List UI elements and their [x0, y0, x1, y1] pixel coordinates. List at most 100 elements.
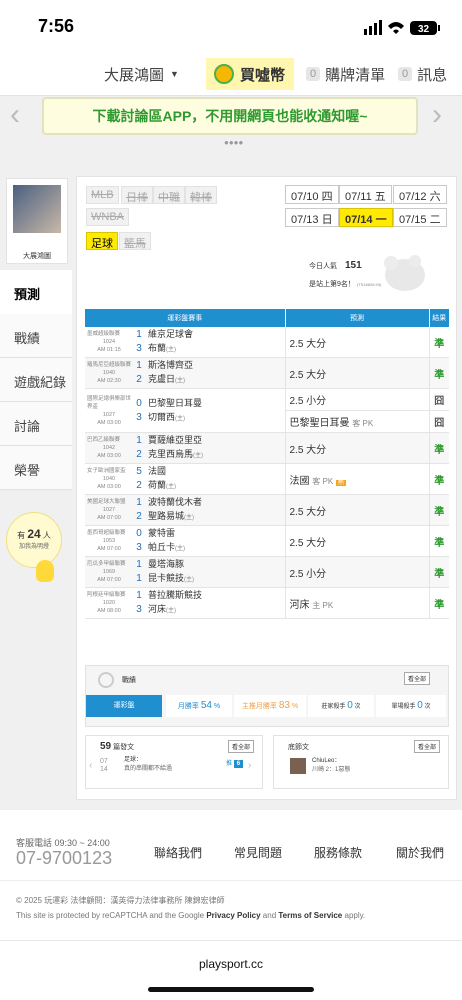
user-menu[interactable]: 大展鴻圖 ▼ — [104, 58, 179, 90]
away-team: 普拉騰斯競技 — [148, 590, 203, 600]
scores: 12 — [133, 494, 145, 526]
league-name: 國際足總俱樂部世界盃 — [87, 395, 132, 410]
match-code: 1040 — [102, 370, 116, 376]
fan-avatar[interactable] — [290, 758, 306, 774]
fans-box: 底節文 看全部 ChiuLeo： 川崎 2：1惡態 — [273, 735, 449, 789]
table-row[interactable]: 厄瓜多甲級聯賽 1069 AM 07:00 1 1 曼塔海豚 昆卡競技(主) 2.5 小分準 — [85, 556, 449, 588]
user-name: 大展鴻圖 — [104, 66, 165, 84]
footer-contact: 客服電話 09:30 ~ 24:00 07-9700123 聯絡我們 常見問題 … — [0, 810, 462, 880]
match-info: 墨威超級聯賽 1024 AM 01:15 — [85, 327, 133, 358]
prediction-cell: 河床 主 PK — [284, 587, 429, 619]
chevron-right-icon[interactable]: › — [432, 98, 442, 132]
tab-lottery-record[interactable]: 運彩盤 — [86, 695, 162, 717]
teams: 巴黎聖日耳曼 切爾西(主) — [145, 388, 285, 433]
rank-label: 是站上第9名！ — [309, 281, 355, 288]
tab-kbo[interactable]: 韓棒 — [185, 186, 217, 204]
date-0714[interactable]: 07/14 一 — [339, 208, 393, 227]
footer-link-terms[interactable]: 服務條款 — [314, 844, 362, 861]
table-row[interactable]: 阿根廷甲級聯賽 1020 AM 08:00 1 3 普拉騰斯競技 河床(主) 河床 主 PK 準 — [85, 587, 449, 619]
cart-button[interactable]: 0 購牌清單 — [306, 58, 385, 90]
message-label: 訊息 — [417, 66, 448, 84]
phone-number[interactable]: 07-9700123 — [16, 848, 112, 869]
prediction-value: 河床 — [289, 599, 310, 611]
tab-soccer[interactable]: 足球 — [86, 232, 118, 250]
hot-badge: 熱 — [335, 479, 346, 486]
scores: 52 — [133, 463, 145, 495]
tab-marathon[interactable]: 籃馬 — [119, 232, 151, 250]
top-nav: 大展鴻圖 ▼ 買噓幣 0 購牌清單 0 訊息 — [0, 52, 462, 96]
posts-see-all-button[interactable]: 看全部 — [228, 740, 255, 753]
single-killer: 單場殺手 0 次 — [376, 695, 446, 717]
tab-wnba[interactable]: WNBA — [86, 208, 129, 226]
away-team: 巴黎聖日耳曼 — [148, 397, 203, 408]
match-info: 阿根廷甲級聯賽 1020 AM 08:00 — [85, 587, 133, 619]
col-match: 運彩盤賽事 — [85, 309, 285, 327]
away-score: 0 — [136, 397, 142, 409]
prediction-cell: 2.5 小分 — [284, 556, 429, 588]
match-info: 國際足總俱樂部世界盃 1027 AM 03:00 — [85, 388, 133, 433]
recaptcha-text: This site is protected by reCAPTCHA and … — [16, 911, 365, 920]
buy-coin-button[interactable]: 買噓幣 — [206, 58, 294, 90]
table-row[interactable]: 巴西乙級聯賽 1042 AM 03:00 1 2 賈薩維亞里亞 克里西烏馬(主) 2.5 大分… — [85, 432, 449, 464]
footer-link-contact[interactable]: 聯絡我們 — [154, 844, 202, 861]
fan-item[interactable]: ChiuLeo： 川崎 2：1惡態 — [312, 757, 350, 775]
match-info: 美國足球大聯盟 1027 AM 07:00 — [85, 494, 133, 526]
record-title: 戰績 — [122, 677, 136, 684]
footer-link-faq[interactable]: 常見問題 — [234, 844, 282, 861]
league-name: 厄瓜多甲級聯賽 — [87, 561, 126, 567]
tab-cpbl[interactable]: 中職 — [153, 186, 185, 204]
footer-link-about[interactable]: 關於我們 — [396, 844, 444, 861]
posts-next-icon[interactable]: › — [248, 760, 251, 771]
fans-see-all-button[interactable]: 看全部 — [414, 740, 441, 753]
sidebar-item-record[interactable]: 戰績 — [0, 314, 72, 358]
match-time: AM 07:00 — [97, 515, 121, 521]
match-info: 羅馬尼亞超級聯賽 1040 AM 02:30 — [85, 357, 133, 389]
chevron-left-icon[interactable]: ‹ — [10, 98, 20, 132]
teams: 法國 荷蘭(主) — [145, 463, 285, 495]
sidebar-item-honor[interactable]: 榮譽 — [0, 446, 72, 490]
table-row[interactable]: 墨西哥超級聯賽 1053 AM 07:00 0 3 蒙特雷 帕丘卡(主) 2.5 大分準 — [85, 525, 449, 557]
table-row[interactable]: 羅馬尼亞超級聯賽 1040 AM 02:30 1 2 斯洛博齊亞 克盧日(主) 2.5 大分準 — [85, 357, 449, 389]
message-button[interactable]: 0 訊息 — [398, 58, 447, 90]
host-winrate-label: 主推月勝率 — [241, 703, 277, 710]
date-0710[interactable]: 07/10 四 — [285, 185, 339, 204]
sidebar-item-predict[interactable]: 預測 — [0, 270, 72, 314]
home-team: 荷蘭 — [148, 480, 167, 490]
post-text: 真的串關都不給過 — [124, 766, 173, 772]
match-time: AM 03:00 — [97, 453, 121, 459]
scores: 13 — [133, 327, 145, 358]
sidebar-item-game-history[interactable]: 遊戲紀錄 — [0, 358, 72, 402]
match-time: AM 03:00 — [97, 419, 121, 426]
match-code: 1053 — [102, 538, 116, 544]
table-row[interactable]: 美國足球大聯盟 1027 AM 07:00 1 2 波特蘭伐木者 聖路易城(主) 2.5 大分… — [85, 494, 449, 526]
record-see-all-button[interactable]: 看全部 — [404, 672, 431, 685]
away-score: 5 — [136, 466, 142, 477]
home-indicator[interactable] — [148, 987, 314, 992]
prediction-value: 2.5 大分 — [289, 444, 327, 456]
table-row[interactable]: 國際足總俱樂部世界盃 1027 AM 03:00 0 3 巴黎聖日耳曼 切爾西(主) 2.5 … — [85, 388, 449, 433]
posts-prev-icon[interactable]: ‹ — [89, 760, 92, 771]
host-winrate-unit: % — [291, 703, 299, 710]
terms-link[interactable]: Terms of Service — [278, 911, 342, 920]
recaptcha-apply: apply. — [342, 911, 366, 920]
table-row[interactable]: 女子歐洲國家盃 1040 AM 03:00 5 2 法國 荷蘭(主) 法國 客 PK 熱準 — [85, 463, 449, 495]
date-0711[interactable]: 07/11 五 — [339, 185, 392, 204]
tab-japan-baseball[interactable]: 日棒 — [121, 186, 153, 204]
table-row[interactable]: 墨威超級聯賽 1024 AM 01:15 1 3 維京足球會 布蘭(主) 2.5 大分準 — [85, 327, 449, 358]
month-winrate-value: 54 — [200, 700, 212, 711]
date-0712[interactable]: 07/12 六 — [393, 185, 447, 204]
avatar[interactable] — [13, 185, 61, 233]
privacy-link[interactable]: Privacy Policy — [206, 911, 260, 920]
app-banner[interactable]: 下載討論區APP，不用開網頁也能收通知喔~ — [42, 97, 418, 135]
sidebar-item-discussion[interactable]: 討論 — [0, 402, 72, 446]
push-label: 推 — [226, 761, 233, 767]
sidebar-username: 大展鴻圖 — [23, 253, 51, 260]
date-0715[interactable]: 07/15 二 — [393, 208, 447, 227]
follow-lamp-button[interactable]: 有 24 人 加我為明燈 — [6, 512, 62, 568]
post-item[interactable]: 足球： 真的串關都不給過 — [124, 756, 172, 774]
posts-count: 59 篇發文 — [100, 741, 134, 752]
mascot-icon — [384, 255, 425, 291]
date-0713[interactable]: 07/13 日 — [285, 208, 339, 227]
tab-mlb[interactable]: MLB — [86, 186, 119, 204]
prediction-cell: 法國 客 PK 熱 — [284, 463, 429, 495]
